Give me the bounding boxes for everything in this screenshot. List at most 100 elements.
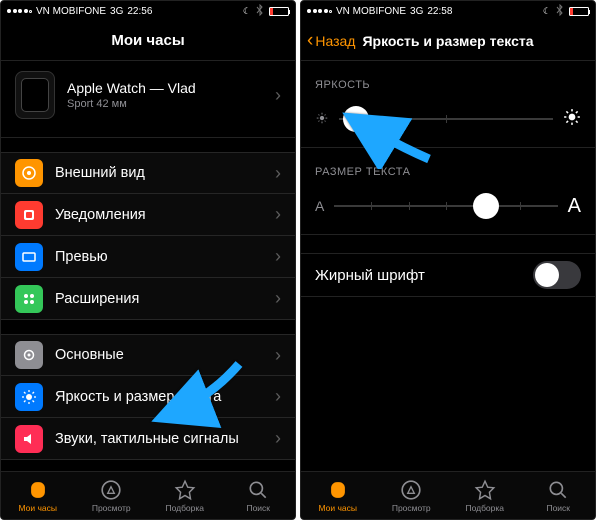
bluetooth-off-icon [256, 4, 264, 19]
row-brightness[interactable]: Яркость и размер текста › [1, 376, 295, 418]
row-label: Расширения [55, 291, 275, 307]
tab-featured[interactable]: Подборка [148, 472, 222, 519]
row-label: Уведомления [55, 207, 275, 223]
bold-text-label: Жирный шрифт [315, 267, 533, 284]
section-textsize-title: РАЗМЕР ТЕКСТА [301, 148, 595, 184]
dnd-moon-icon: ☾ [543, 6, 551, 17]
tab-browse[interactable]: Просмотр [75, 472, 149, 519]
chevron-right-icon: › [275, 204, 281, 225]
settings-group-1: Внешний вид › Уведомления › Превью › [1, 152, 295, 320]
chevron-right-icon: › [275, 85, 281, 106]
search-icon [247, 479, 269, 501]
star-icon [174, 479, 196, 501]
chevron-right-icon: › [275, 163, 281, 184]
carrier-label: VN MOBIFONE [36, 6, 106, 17]
glances-icon [15, 243, 43, 271]
appearance-icon [15, 159, 43, 187]
nav-header: Мои часы [1, 21, 295, 61]
row-notifications[interactable]: Уведомления › [1, 194, 295, 236]
watch-name: Apple Watch — Vlad [67, 80, 275, 96]
gear-icon [15, 341, 43, 369]
network-label: 3G [410, 6, 423, 17]
extensions-icon [15, 285, 43, 313]
row-label: Основные [55, 347, 275, 363]
row-label: Звуки, тактильные сигналы [55, 431, 275, 447]
status-bar: VN MOBIFONE 3G 22:56 ☾ [1, 1, 295, 21]
battery-icon [269, 7, 289, 16]
tab-mywatch[interactable]: Мои часы [301, 472, 375, 519]
sounds-icon [15, 425, 43, 453]
tab-label: Просмотр [92, 503, 131, 513]
brightness-slider[interactable] [339, 105, 553, 133]
textsize-max-label: A [568, 195, 581, 218]
signal-dots-icon [7, 9, 32, 13]
nav-header: ‹ Назад Яркость и размер текста [301, 21, 595, 61]
tab-label: Поиск [546, 503, 570, 513]
back-label: Назад [315, 33, 355, 49]
search-icon [547, 479, 569, 501]
clock: 22:58 [427, 6, 452, 17]
page-title: Мои часы [111, 32, 184, 49]
phone-right: VN MOBIFONE 3G 22:58 ☾ ‹ Назад Яркость и… [300, 0, 596, 520]
tab-featured[interactable]: Подборка [448, 472, 522, 519]
notifications-icon [15, 201, 43, 229]
back-button[interactable]: ‹ Назад [307, 31, 355, 50]
watch-thumbnail-icon [15, 71, 55, 119]
chevron-right-icon: › [275, 386, 281, 407]
dnd-moon-icon: ☾ [243, 6, 251, 17]
row-label: Внешний вид [55, 165, 275, 181]
row-extensions[interactable]: Расширения › [1, 278, 295, 320]
page-title: Яркость и размер текста [362, 33, 533, 49]
compass-icon [100, 479, 122, 501]
signal-dots-icon [307, 9, 332, 13]
row-label: Превью [55, 249, 275, 265]
row-glances[interactable]: Превью › [1, 236, 295, 278]
tab-label: Мои часы [18, 503, 57, 513]
chevron-right-icon: › [275, 428, 281, 449]
settings-group-2: Основные › Яркость и размер тек [1, 334, 295, 460]
paired-watch-row[interactable]: Apple Watch — Vlad Sport 42 мм › [1, 61, 295, 138]
tab-label: Мои часы [318, 503, 357, 513]
watch-outline-icon [27, 479, 49, 501]
star-icon [474, 479, 496, 501]
tab-browse[interactable]: Просмотр [375, 472, 449, 519]
textsize-slider[interactable] [334, 192, 557, 220]
tab-label: Поиск [246, 503, 270, 513]
row-label: Яркость и размер текста [55, 389, 275, 405]
watch-outline-icon [327, 479, 349, 501]
content-scroll[interactable]: Apple Watch — Vlad Sport 42 мм › Внешний… [1, 61, 295, 471]
tab-search[interactable]: Поиск [222, 472, 296, 519]
brightness-max-icon [563, 108, 581, 131]
bold-text-switch[interactable] [533, 261, 581, 289]
clock: 22:56 [127, 6, 152, 17]
bluetooth-off-icon [556, 4, 564, 19]
tab-label: Подборка [465, 503, 504, 513]
tab-label: Просмотр [392, 503, 431, 513]
tab-search[interactable]: Поиск [522, 472, 596, 519]
status-bar: VN MOBIFONE 3G 22:58 ☾ [301, 1, 595, 21]
chevron-right-icon: › [275, 246, 281, 267]
brightness-slider-row [301, 97, 595, 148]
row-sounds[interactable]: Звуки, тактильные сигналы › [1, 418, 295, 460]
watch-sub: Sport 42 мм [67, 98, 275, 110]
carrier-label: VN MOBIFONE [336, 6, 406, 17]
chevron-left-icon: ‹ [307, 31, 313, 50]
bold-text-row: Жирный шрифт [301, 253, 595, 297]
phone-left: VN MOBIFONE 3G 22:56 ☾ Мои часы Apple Wa… [0, 0, 296, 520]
battery-icon [569, 7, 589, 16]
brightness-icon [15, 383, 43, 411]
tab-label: Подборка [165, 503, 204, 513]
chevron-right-icon: › [275, 345, 281, 366]
textsize-min-label: A [315, 198, 324, 214]
row-appearance[interactable]: Внешний вид › [1, 152, 295, 194]
chevron-right-icon: › [275, 288, 281, 309]
content-scroll[interactable]: ЯРКОСТЬ РАЗМЕР ТЕКСТА A [301, 61, 595, 471]
compass-icon [400, 479, 422, 501]
network-label: 3G [110, 6, 123, 17]
brightness-min-icon [315, 111, 329, 128]
row-general[interactable]: Основные › [1, 334, 295, 376]
tab-bar: Мои часы Просмотр Подборка Поиск [301, 471, 595, 519]
tab-bar: Мои часы Просмотр Подборка Поиск [1, 471, 295, 519]
section-brightness-title: ЯРКОСТЬ [301, 61, 595, 97]
tab-mywatch[interactable]: Мои часы [1, 472, 75, 519]
